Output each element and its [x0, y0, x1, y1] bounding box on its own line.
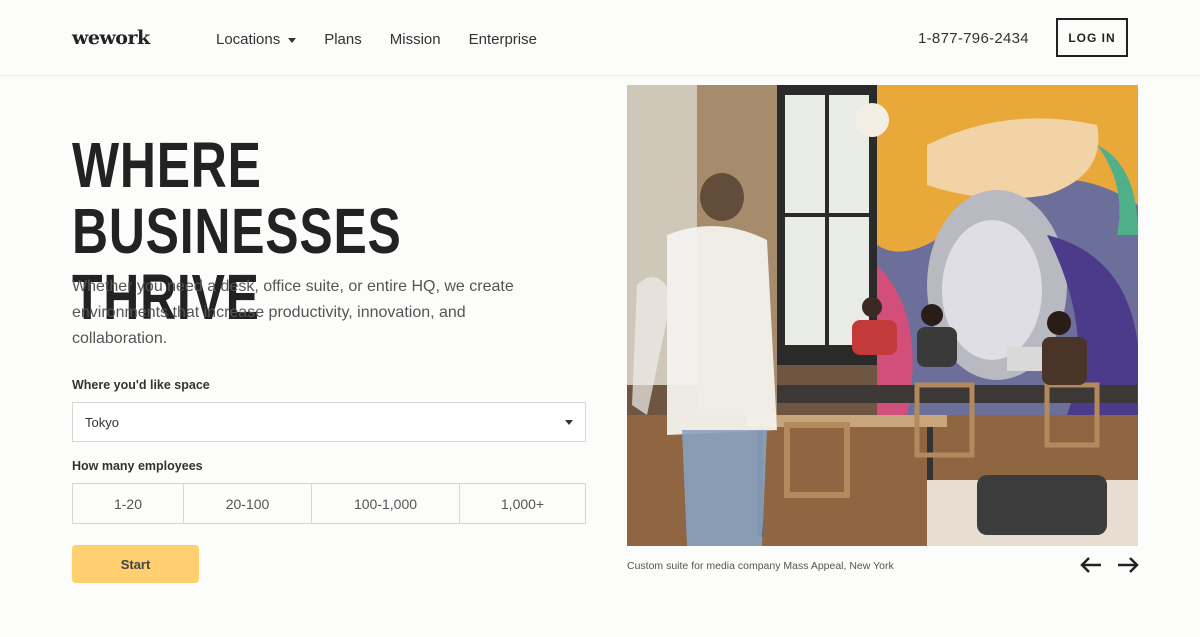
- nav-plans[interactable]: Plans: [324, 31, 362, 48]
- phone-number[interactable]: 1-877-796-2434: [918, 30, 1029, 47]
- main-nav: Locations Plans Mission Enterprise: [216, 31, 565, 48]
- location-select[interactable]: Tokyo: [72, 402, 586, 442]
- headline-line-1: WHERE BUSINESSES: [72, 129, 402, 267]
- employees-option-1000-plus[interactable]: 1,000+: [460, 484, 585, 523]
- office-photo-illustration: [627, 85, 1138, 546]
- employees-option-1-20[interactable]: 1-20: [73, 484, 184, 523]
- wework-logo[interactable]: wework: [72, 27, 150, 49]
- arrow-right-icon[interactable]: [1116, 555, 1140, 575]
- login-button[interactable]: LOG IN: [1056, 18, 1128, 57]
- nav-mission[interactable]: Mission: [390, 31, 441, 48]
- employees-option-100-1000[interactable]: 100-1,000: [312, 484, 460, 523]
- arrow-left-icon[interactable]: [1079, 555, 1103, 575]
- nav-locations[interactable]: Locations: [216, 31, 297, 48]
- site-header: wework Locations Plans Mission Enterpris…: [0, 0, 1200, 76]
- nav-enterprise[interactable]: Enterprise: [469, 31, 537, 48]
- hero-lead: Whether you need a desk, office suite, o…: [72, 278, 514, 347]
- location-label: Where you'd like space: [72, 378, 210, 392]
- employees-label: How many employees: [72, 459, 203, 473]
- start-button[interactable]: Start: [72, 545, 199, 583]
- chevron-down-icon: [288, 38, 297, 43]
- location-select-value: Tokyo: [85, 414, 119, 430]
- employees-segmented-control: 1-20 20-100 100-1,000 1,000+: [72, 483, 586, 524]
- photo-caption: Custom suite for media company Mass Appe…: [627, 560, 894, 572]
- employees-option-20-100[interactable]: 20-100: [184, 484, 312, 523]
- chevron-down-icon: [565, 420, 573, 425]
- nav-locations-label: Locations: [216, 31, 281, 48]
- hero-photo: [627, 85, 1138, 546]
